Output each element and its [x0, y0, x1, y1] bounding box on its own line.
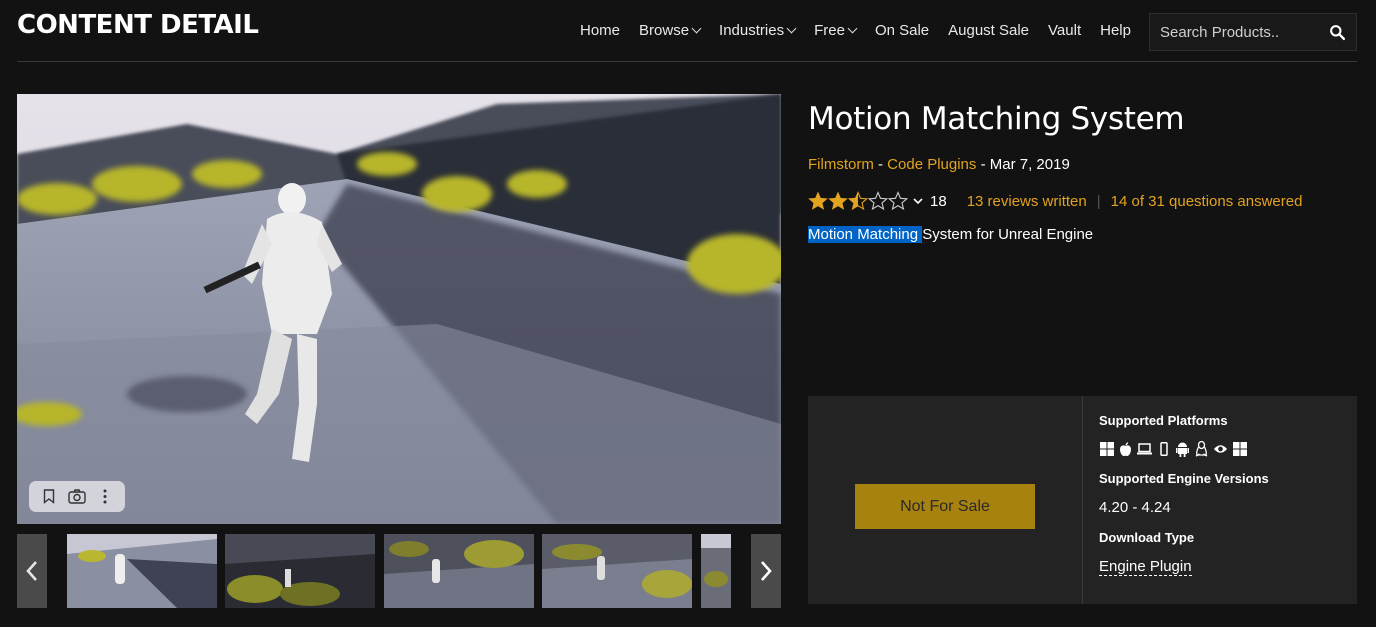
nav-august-sale-label: August Sale [948, 22, 1030, 39]
description-text: System for Unreal Engine [922, 226, 1094, 243]
star-full-icon [828, 191, 848, 210]
star-empty-icon [888, 191, 908, 211]
bookmark-icon[interactable] [40, 488, 58, 506]
product-meta: Filmstorm - Code Plugins - Mar 7, 2019 [808, 156, 1070, 173]
meta-separator: - [878, 156, 888, 173]
search-input[interactable] [1150, 23, 1320, 41]
camera-icon[interactable] [68, 488, 86, 506]
nav-on-sale-label: On Sale [874, 22, 930, 39]
not-for-sale-button[interactable]: Not For Sale [855, 484, 1035, 529]
rating-row: 18 13 reviews written | 14 of 31 questio… [808, 190, 1302, 212]
android-icon [1175, 441, 1190, 457]
nav-help-label: Help [1100, 22, 1131, 39]
site-logo[interactable]: CONTENT DETAIL [17, 10, 259, 40]
seller-link[interactable]: Filmstorm [808, 156, 874, 173]
windows-alt-icon [1232, 441, 1247, 457]
category-link[interactable]: Code Plugins [887, 156, 976, 173]
main-nav: Home Browse Industries Free On Sale Augu… [580, 22, 1150, 39]
star-empty-icon [868, 191, 888, 211]
chevron-left-icon [26, 561, 37, 581]
nav-browse[interactable]: Browse [639, 22, 702, 39]
chevron-down-icon[interactable] [912, 196, 924, 206]
star-full-icon [808, 191, 828, 210]
meta-separator: - [980, 156, 990, 173]
engine-versions-value: 4.20 - 4.24 [1099, 499, 1171, 516]
product-title: Motion Matching System [808, 101, 1185, 137]
chevron-down-icon [847, 23, 858, 34]
selected-text: Motion Matching [808, 226, 923, 243]
nav-home-label: Home [580, 22, 621, 39]
platforms-label: Supported Platforms [1099, 413, 1228, 428]
laptop-icon [1137, 441, 1152, 457]
release-date: Mar 7, 2019 [989, 156, 1070, 173]
linux-icon [1194, 441, 1209, 457]
main-product-image[interactable] [17, 94, 781, 524]
more-options-icon[interactable] [96, 488, 114, 506]
image-toolbar [29, 481, 125, 512]
nav-on-sale[interactable]: On Sale [875, 22, 929, 39]
windows-icon [1099, 441, 1114, 457]
search-icon[interactable] [1329, 24, 1346, 41]
reviews-link[interactable]: 13 reviews written [967, 193, 1087, 210]
nav-vault-label: Vault [1048, 22, 1082, 39]
thumbnail-2[interactable] [225, 534, 375, 608]
panel-divider [1082, 396, 1083, 604]
eye-icon [1213, 441, 1228, 457]
thumb-next-button[interactable] [751, 534, 781, 608]
thumbnail-4[interactable] [542, 534, 692, 608]
platform-icons [1099, 441, 1247, 457]
nav-vault[interactable]: Vault [1048, 22, 1081, 39]
thumbnail-3[interactable] [384, 534, 534, 608]
rating-count: 18 [930, 192, 947, 210]
star-half-icon [848, 191, 868, 211]
thumbnail-5[interactable] [701, 534, 731, 608]
rating-separator: | [1096, 192, 1101, 210]
nav-free[interactable]: Free [814, 22, 858, 39]
chevron-down-icon [786, 23, 797, 34]
chevron-right-icon [761, 561, 772, 581]
site-header: CONTENT DETAIL Home Browse Industries Fr… [0, 0, 1376, 62]
search-box [1149, 13, 1357, 51]
chevron-down-icon [691, 23, 702, 34]
nav-help[interactable]: Help [1100, 22, 1131, 39]
thumb-prev-button[interactable] [17, 534, 47, 608]
questions-link[interactable]: 14 of 31 questions answered [1111, 193, 1303, 210]
nav-industries[interactable]: Industries [719, 22, 797, 39]
download-type-value: Engine Plugin [1099, 558, 1192, 576]
header-divider [17, 61, 1357, 62]
download-type-label: Download Type [1099, 530, 1195, 545]
game-scene-image [17, 94, 781, 524]
engine-versions-label: Supported Engine Versions [1099, 471, 1269, 486]
apple-icon [1118, 441, 1133, 457]
nav-home[interactable]: Home [580, 22, 620, 39]
mobile-icon [1156, 441, 1171, 457]
star-rating[interactable] [808, 191, 908, 211]
product-description: Motion Matching System for Unreal Engine [808, 226, 1093, 243]
thumbnail-1[interactable] [67, 534, 217, 608]
nav-free-label: Free [814, 22, 845, 39]
nav-browse-label: Browse [639, 22, 690, 39]
nav-industries-label: Industries [719, 22, 785, 39]
nav-august-sale[interactable]: August Sale [948, 22, 1029, 39]
download-type-link[interactable]: Engine Plugin [1099, 558, 1192, 576]
